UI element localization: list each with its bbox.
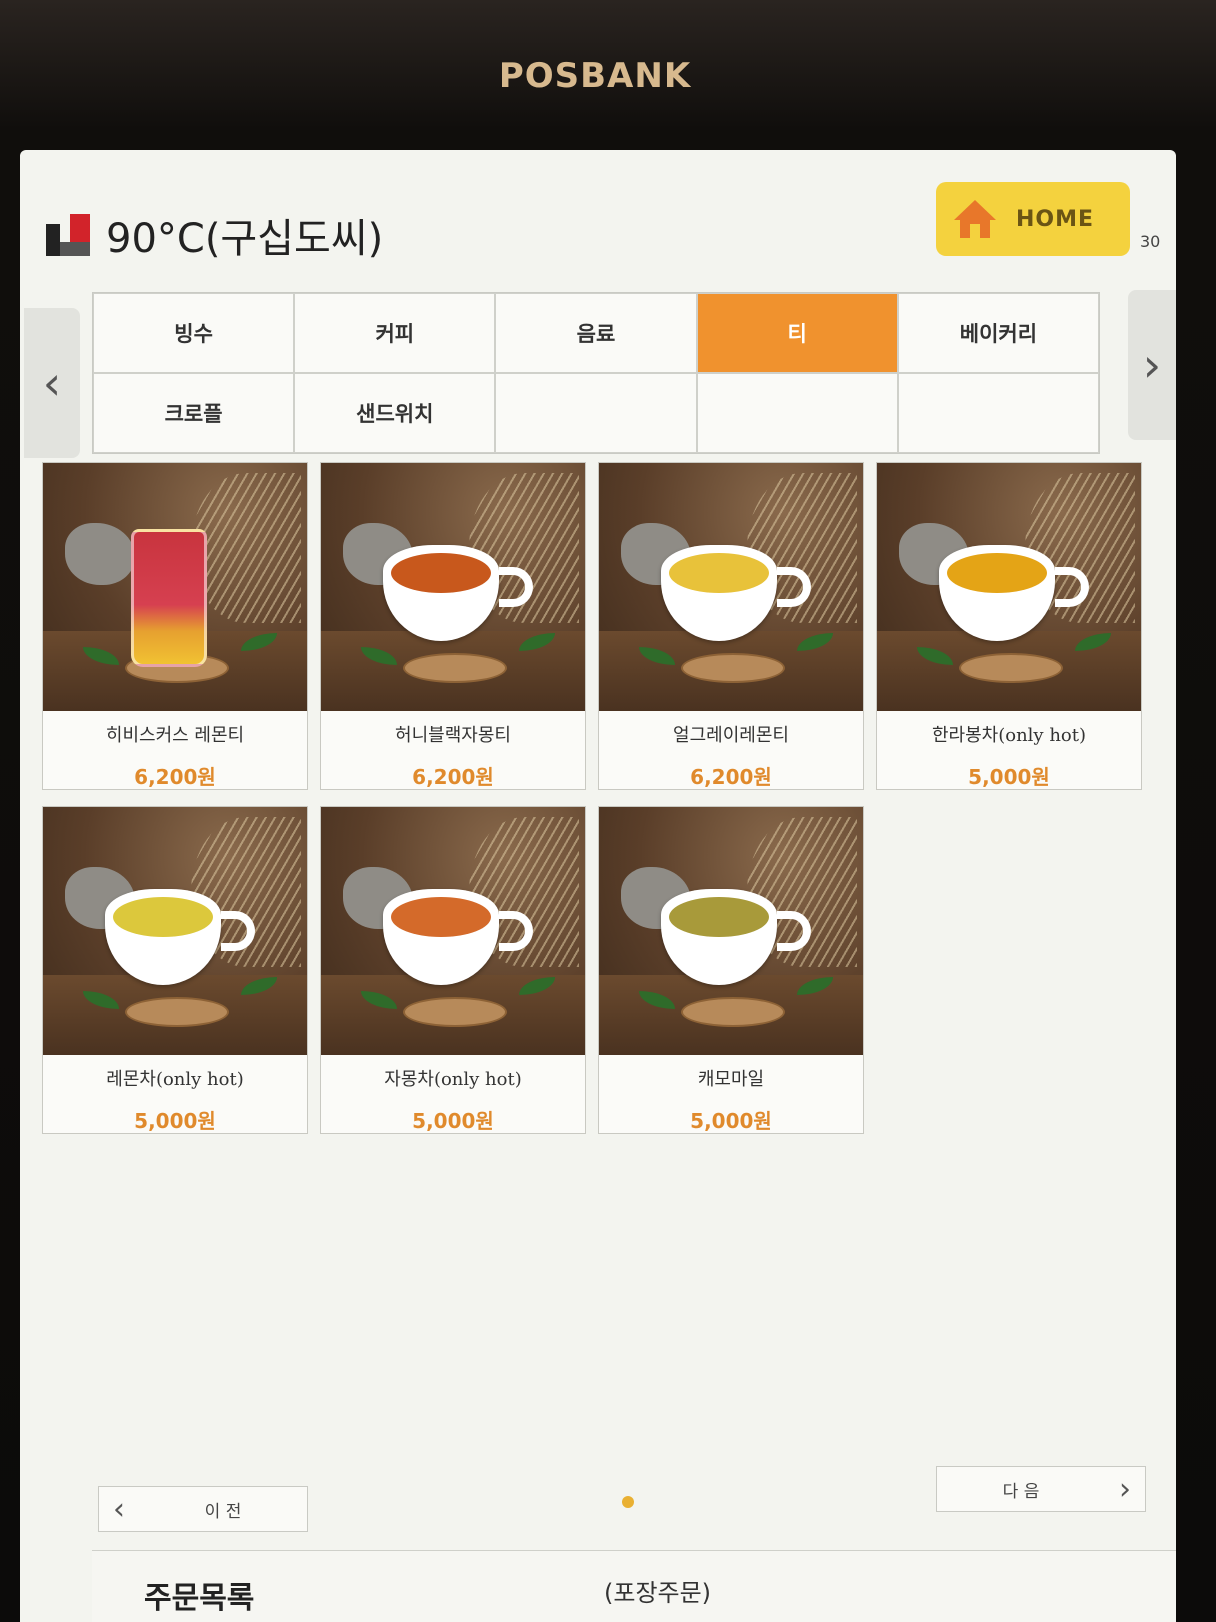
category-tab-empty — [897, 373, 1099, 453]
order-list-panel: 주문목록 (포장주문) — [92, 1550, 1176, 1622]
order-list-title: 주문목록 — [144, 1581, 255, 1616]
order-type-label: (포장주문) — [604, 1579, 712, 1607]
product-card[interactable]: 한라봉차(only hot) 5,000원 — [876, 462, 1142, 790]
product-photo — [599, 807, 863, 1055]
home-label: HOME — [1016, 206, 1095, 232]
product-grid: 히비스커스 레몬티 6,200원 허니블랙자몽티 6,200원 얼그레이레몬티 6,200… — [42, 462, 1146, 1134]
category-tab-empty — [696, 373, 898, 453]
category-prev-button[interactable]: ‹ — [24, 308, 80, 458]
product-name: 캐모마일 — [697, 1069, 765, 1090]
category-next-button[interactable]: › — [1128, 290, 1176, 440]
prev-page-label: 이 전 — [204, 1501, 242, 1522]
product-price: 5,000원 — [412, 1109, 494, 1133]
product-photo — [599, 463, 863, 711]
category-tab-empty — [495, 373, 697, 453]
product-card[interactable]: 허니블랙자몽티 6,200원 — [320, 462, 586, 790]
category-tab[interactable]: 샌드위치 — [294, 373, 496, 453]
product-price: 6,200원 — [690, 765, 772, 789]
product-card[interactable]: 캐모마일 5,000원 — [598, 806, 864, 1134]
device-brand: POSBANK — [498, 56, 692, 96]
product-name: 레몬차(only hot) — [106, 1069, 244, 1090]
product-name: 허니블랙자몽티 — [395, 725, 511, 746]
product-price: 6,200원 — [412, 765, 494, 789]
product-price: 6,200원 — [134, 765, 216, 789]
category-tab-active[interactable]: 티 — [696, 293, 898, 373]
prev-page-button[interactable]: ‹ 이 전 — [98, 1486, 308, 1532]
category-tab[interactable]: 크로플 — [93, 373, 295, 453]
product-name: 히비스커스 레몬티 — [105, 725, 245, 746]
product-price: 5,000원 — [690, 1109, 772, 1133]
store-logo-icon — [46, 214, 90, 256]
chevron-left-icon: ‹ — [42, 356, 62, 410]
timeout-counter: 30 — [1140, 232, 1161, 251]
category-tab[interactable]: 베이커리 — [897, 293, 1099, 373]
product-price: 5,000원 — [968, 765, 1050, 789]
page-indicator-dot — [622, 1496, 634, 1508]
product-card[interactable]: 자몽차(only hot) 5,000원 — [320, 806, 586, 1134]
next-page-label: 다 음 — [1002, 1481, 1040, 1502]
product-price: 5,000원 — [134, 1109, 216, 1133]
home-button[interactable]: HOME — [936, 182, 1130, 256]
product-photo — [43, 463, 307, 711]
product-card[interactable]: 얼그레이레몬티 6,200원 — [598, 462, 864, 790]
chevron-left-icon: ‹ — [113, 1491, 125, 1527]
product-name: 한라봉차(only hot) — [931, 725, 1087, 746]
category-tab[interactable]: 빙수 — [93, 293, 295, 373]
kiosk-screen: 90°C(구십도씨) HOME 30 ‹ › 빙수 커피 음료 티 베이커리 크… — [20, 150, 1176, 1622]
product-name: 자몽차(only hot) — [384, 1069, 522, 1090]
next-page-button[interactable]: 다 음 › — [936, 1466, 1146, 1512]
chevron-right-icon: › — [1142, 338, 1162, 392]
product-card[interactable]: 히비스커스 레몬티 6,200원 — [42, 462, 308, 790]
product-name: 얼그레이레몬티 — [673, 725, 789, 746]
category-tab[interactable]: 커피 — [294, 293, 496, 373]
home-icon — [954, 200, 996, 238]
product-photo — [877, 463, 1141, 711]
store-name: 90°C(구십도씨) — [106, 216, 384, 262]
category-tabs: 빙수 커피 음료 티 베이커리 크로플 샌드위치 — [92, 292, 1100, 454]
product-photo — [43, 807, 307, 1055]
product-photo — [321, 463, 585, 711]
product-photo — [321, 807, 585, 1055]
product-card[interactable]: 레몬차(only hot) 5,000원 — [42, 806, 308, 1134]
chevron-right-icon: › — [1119, 1471, 1131, 1507]
category-tab[interactable]: 음료 — [495, 293, 697, 373]
